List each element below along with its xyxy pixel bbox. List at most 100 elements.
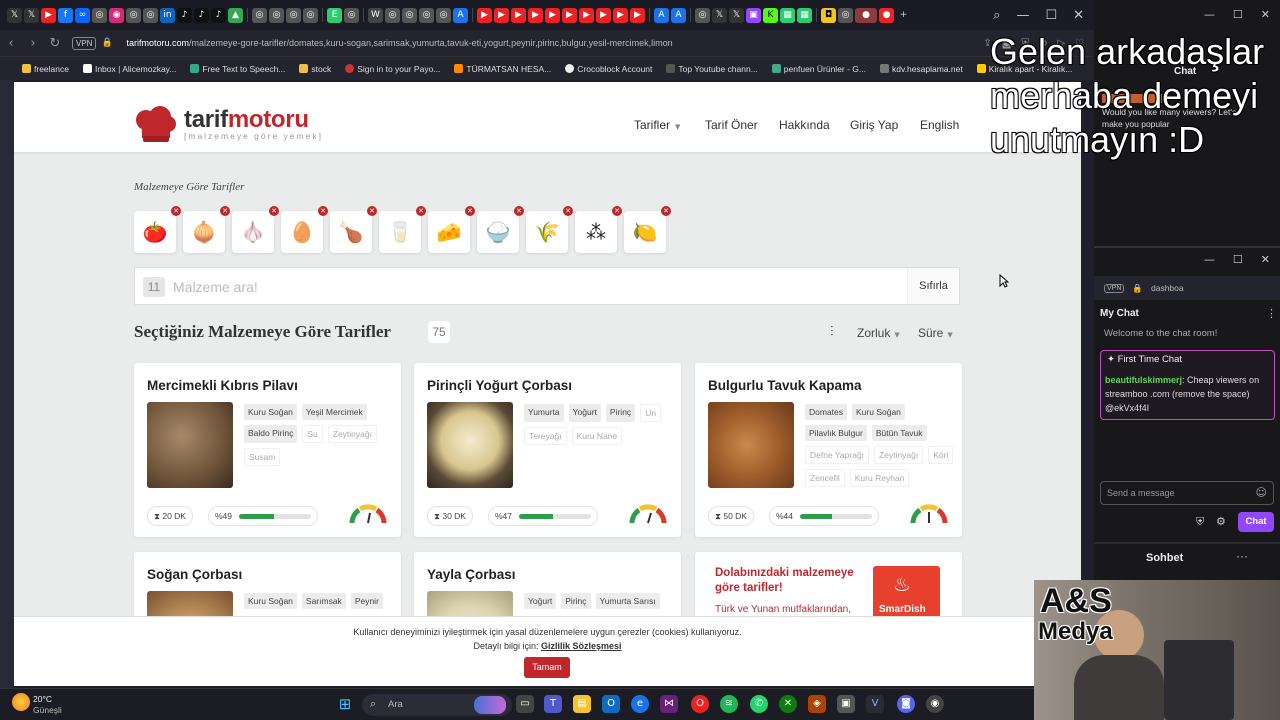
x-tab-icon[interactable]: 𝕏 <box>712 7 727 23</box>
minimize-icon[interactable]: — <box>1204 253 1215 267</box>
lock-icon[interactable]: 🔒 <box>96 38 118 48</box>
dashboard-url[interactable]: dashboa <box>1151 283 1184 293</box>
active-tab[interactable]: ● <box>855 7 877 23</box>
filter-sliders-icon[interactable]: ⫶ <box>830 324 834 340</box>
tiktok-tab-icon[interactable]: ♪ <box>211 7 226 23</box>
globe-tab-icon[interactable]: ◎ <box>695 7 710 23</box>
tiktok-tab-icon[interactable]: ♪ <box>194 7 209 23</box>
maximize-icon[interactable]: ☐ <box>1045 8 1057 23</box>
bookmark-item[interactable]: kdv.hesaplama.net <box>880 64 963 74</box>
back-icon[interactable]: ‹ <box>0 36 22 51</box>
url-field[interactable]: tarifmotoru.com/malzemeye-gore-tarifler/… <box>126 38 886 48</box>
more-options-icon[interactable]: ⋮ <box>1266 307 1277 320</box>
globe-tab-icon[interactable]: ◎ <box>92 7 107 23</box>
remove-ingredient-icon[interactable]: ✕ <box>612 206 622 216</box>
shield-icon[interactable]: ⛨ <box>1196 515 1204 529</box>
x-tab-icon[interactable]: 𝕏 <box>7 7 22 23</box>
bookmark-item[interactable]: Top Youtube chann... <box>666 64 758 74</box>
youtube-tab-icon[interactable]: ▶ <box>630 7 645 23</box>
bookmark-item[interactable]: TÜRMATSAN HESA... <box>454 64 551 74</box>
youtube-tab-icon[interactable]: ▶ <box>545 7 560 23</box>
linkedin-tab-icon[interactable]: in <box>160 7 175 23</box>
site-logo[interactable]: tarifmotoru <box>184 106 309 134</box>
globe-tab-icon[interactable]: ◎ <box>126 7 141 23</box>
ads-tab-icon[interactable]: A <box>453 7 468 23</box>
remove-ingredient-icon[interactable]: ✕ <box>514 206 524 216</box>
globe-tab-icon[interactable]: ◎ <box>303 7 318 23</box>
wordpress-tab-icon[interactable]: W <box>368 7 383 23</box>
ads-tab-icon[interactable]: A <box>654 7 669 23</box>
x-tab-icon[interactable]: 𝕏 <box>24 7 39 23</box>
bookmark-item[interactable]: Crocoblock Account <box>565 64 652 74</box>
remove-ingredient-icon[interactable]: ✕ <box>563 206 573 216</box>
instagram-tab-icon[interactable]: ◉ <box>109 7 124 23</box>
vpn-app-icon[interactable]: V <box>866 695 884 713</box>
bookmark-item[interactable]: freelance <box>22 64 69 74</box>
emoji-icon[interactable]: ☺ <box>1256 486 1267 499</box>
active-tab-icon[interactable]: ● <box>879 7 894 23</box>
remove-ingredient-icon[interactable]: ✕ <box>220 206 230 216</box>
nav-about[interactable]: Hakkında <box>779 118 830 132</box>
ingredient-search-input[interactable] <box>173 274 873 300</box>
smardish-logo[interactable]: ♨ SmarDish <box>873 566 940 622</box>
minimize-icon[interactable]: — <box>1204 8 1215 22</box>
new-tab-button[interactable]: + <box>896 8 911 23</box>
youtube-tab-icon[interactable]: ▶ <box>41 7 56 23</box>
bookmark-item[interactable]: penfuen Ürünler - G... <box>771 64 866 74</box>
bookmark-item[interactable]: stock <box>299 64 331 74</box>
recipe-title[interactable]: Soğan Çorbası <box>147 567 242 582</box>
app-icon[interactable]: ◈ <box>808 695 826 713</box>
recipe-title[interactable]: Mercimekli Kıbrıs Pilavı <box>147 378 298 393</box>
ads-tab-icon[interactable]: A <box>671 7 686 23</box>
globe-tab-icon[interactable]: ◎ <box>838 7 853 23</box>
youtube-tab-icon[interactable]: ▶ <box>511 7 526 23</box>
cookie-accept-button[interactable]: Tamam <box>524 657 570 678</box>
globe-tab-icon[interactable]: ◎ <box>344 7 359 23</box>
remove-ingredient-icon[interactable]: ✕ <box>171 206 181 216</box>
weather-temp[interactable]: 20°C <box>33 694 52 704</box>
recipe-card[interactable]: Mercimekli Kıbrıs Pilavı Kuru Soğan Yeşi… <box>134 363 401 537</box>
maximize-icon[interactable]: ☐ <box>1233 253 1243 267</box>
ingredient-chip[interactable]: 🧄 <box>232 211 274 253</box>
youtube-tab-icon[interactable]: ▶ <box>579 7 594 23</box>
youtube-tab-icon[interactable]: ▶ <box>477 7 492 23</box>
globe-tab-icon[interactable]: ◎ <box>402 7 417 23</box>
drive-tab-icon[interactable]: ▲ <box>228 7 243 23</box>
nav-suggest[interactable]: Tarif Öner <box>705 118 758 132</box>
send-message-input[interactable]: Send a message ☺ <box>1100 481 1274 505</box>
maximize-icon[interactable]: ☐ <box>1233 8 1243 22</box>
ingredient-chip[interactable]: 🧅 <box>183 211 225 253</box>
task-view-icon[interactable]: ▭ <box>516 695 534 713</box>
xbox-icon[interactable]: ✕ <box>779 695 797 713</box>
sheet-tab-icon[interactable]: ▦ <box>797 7 812 23</box>
ingredient-chip[interactable]: 🍅 <box>134 211 176 253</box>
chat-send-button[interactable]: Chat <box>1238 512 1274 532</box>
youtube-tab-icon[interactable]: ▶ <box>562 7 577 23</box>
remove-ingredient-icon[interactable]: ✕ <box>661 206 671 216</box>
bookmark-item[interactable]: Free Text to Speech... <box>190 64 285 74</box>
ingredient-chip[interactable]: 🧀 <box>428 211 470 253</box>
ingredient-chip[interactable]: 🥚 <box>281 211 323 253</box>
recipe-image[interactable] <box>427 402 513 488</box>
ingredient-chip[interactable]: 🍗 <box>330 211 372 253</box>
recipe-card[interactable]: Pirinçli Yoğurt Çorbası Yumurta Yoğurt P… <box>414 363 681 537</box>
more-options-icon[interactable]: ··· <box>1236 549 1248 563</box>
sheet-tab-icon[interactable]: E <box>327 7 342 23</box>
windows-start-icon[interactable]: ⊞ <box>336 695 354 713</box>
obs-icon[interactable]: ◉ <box>926 695 944 713</box>
remove-ingredient-icon[interactable]: ✕ <box>318 206 328 216</box>
youtube-tab-icon[interactable]: ▶ <box>528 7 543 23</box>
spam-username[interactable]: beautifulskimmerj <box>1105 375 1182 385</box>
nav-login[interactable]: Giriş Yap <box>850 118 898 132</box>
visual-studio-icon[interactable]: ⋈ <box>660 695 678 713</box>
chef-hat-logo-icon[interactable] <box>134 106 176 144</box>
ingredient-chip[interactable]: 🌾 <box>526 211 568 253</box>
remove-ingredient-icon[interactable]: ✕ <box>416 206 426 216</box>
reload-icon[interactable]: ↻ <box>44 36 66 51</box>
globe-tab-icon[interactable]: ◎ <box>269 7 284 23</box>
reset-button[interactable]: Sıfırla <box>907 268 959 304</box>
youtube-tab-icon[interactable]: ▶ <box>494 7 509 23</box>
recipe-image[interactable] <box>147 402 233 488</box>
privacy-policy-link[interactable]: Gizlilik Sözleşmesi <box>541 641 622 651</box>
teams-icon[interactable]: T <box>544 695 562 713</box>
